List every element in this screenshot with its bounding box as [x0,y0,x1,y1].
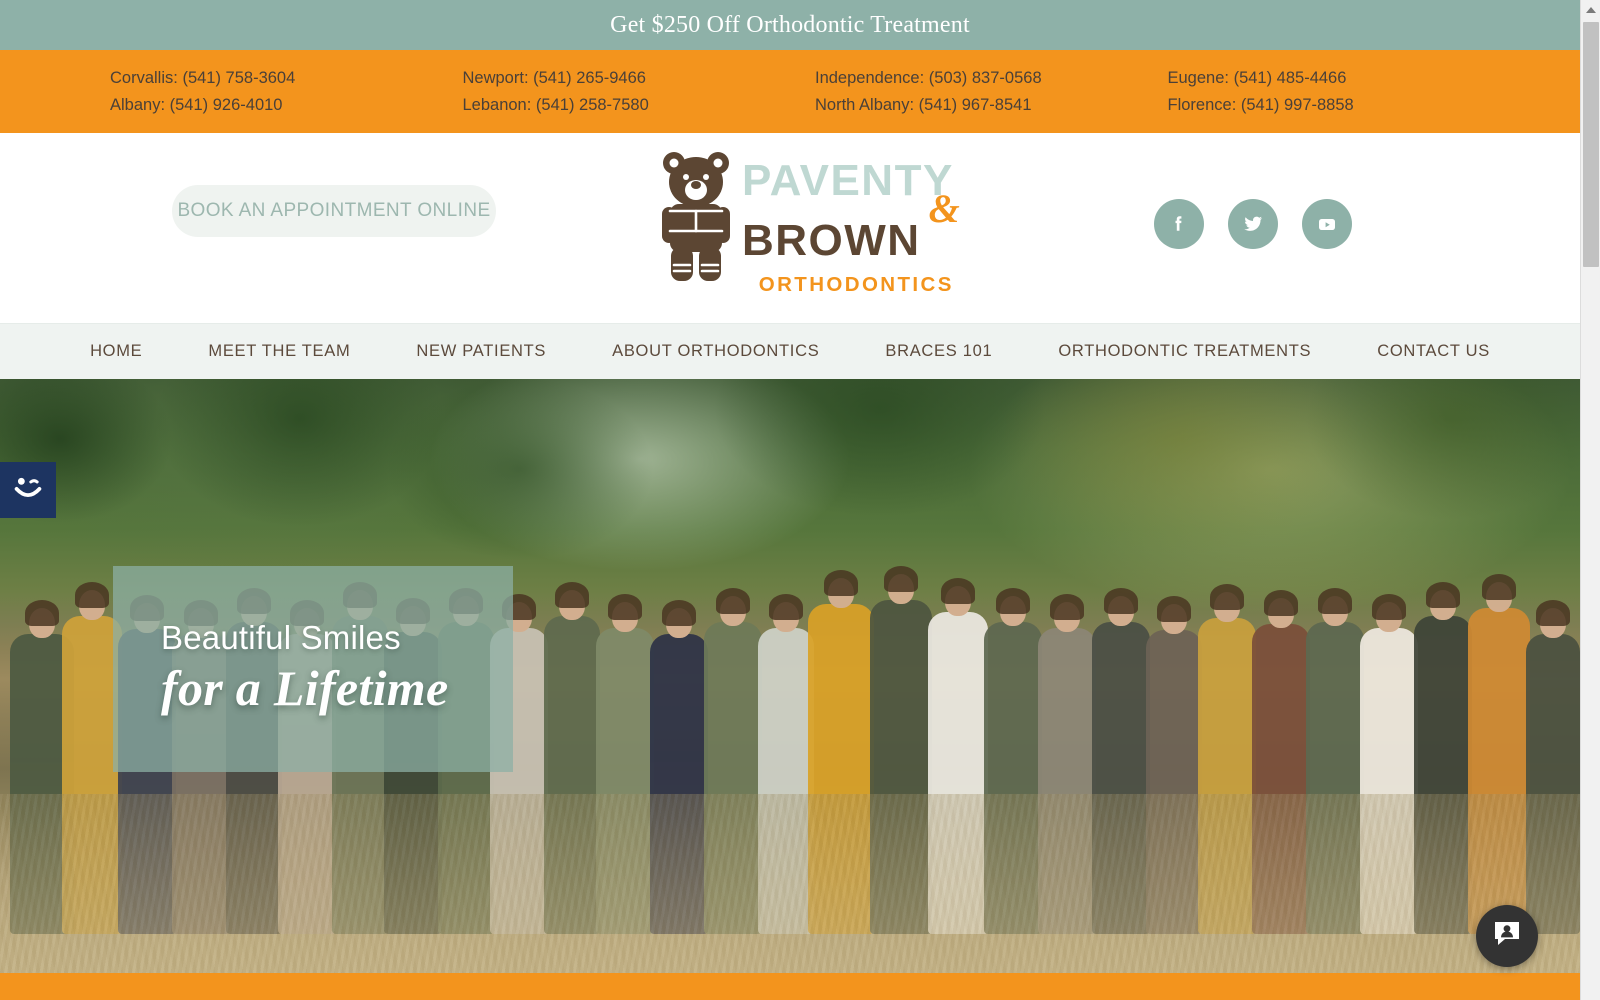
phone-entry[interactable]: Lebanon: (541) 258-7580 [463,94,816,116]
logo-text-paventy: PAVENTY [742,156,954,205]
phone-number[interactable]: (541) 967-8541 [919,96,1032,114]
nav-item-new-patients[interactable]: NEW PATIENTS [383,342,579,361]
youtube-icon [1315,212,1339,236]
phone-columns: Corvallis: (541) 758-3604 Albany: (541) … [0,67,1580,117]
phone-column: Independence: (503) 837-0568 North Alban… [815,67,1168,117]
site-logo[interactable]: PAVENTY BROWN & ORTHODONTICS [660,149,960,296]
phone-city: Albany: [110,96,166,114]
phone-city: Eugene: [1167,68,1229,87]
social-link-twitter[interactable] [1228,199,1278,249]
phone-column: Corvallis: (541) 758-3604 Albany: (541) … [110,67,463,117]
phone-strip: Corvallis: (541) 758-3604 Albany: (541) … [0,50,1580,133]
facebook-icon [1168,213,1190,235]
accessibility-widget-button[interactable] [0,462,56,518]
nav-item-braces-101[interactable]: BRACES 101 [852,342,1025,361]
scroll-up-arrow[interactable] [1581,0,1600,20]
phone-city: Lebanon: [462,96,532,114]
page-root: Get $250 Off Orthodontic Treatment Corva… [0,0,1580,1000]
main-navigation: HOME MEET THE TEAM NEW PATIENTS ABOUT OR… [0,323,1580,379]
phone-city: Independence: [815,68,925,87]
phone-entry[interactable]: Newport: (541) 265-9466 [463,67,816,89]
page-scrollbar[interactable] [1580,0,1600,1000]
phone-entry[interactable]: Albany: (541) 926-4010 [110,94,463,116]
bottom-accent-strip [0,973,1580,1000]
phone-entry[interactable]: Florence: (541) 997-8858 [1168,94,1521,116]
phone-city: Corvallis: [110,68,178,87]
nav-item-about-orthodontics[interactable]: ABOUT ORTHODONTICS [579,342,852,361]
logo-ampersand: & [928,186,960,231]
phone-number[interactable]: (503) 837-0568 [929,69,1042,87]
hero-section: Beautiful Smiles for a Lifetime [0,379,1580,974]
nav-item-contact-us[interactable]: CONTACT US [1344,342,1523,361]
phone-column: Eugene: (541) 485-4466 Florence: (541) 9… [1168,67,1521,117]
social-links [1154,199,1352,249]
phone-number[interactable]: (541) 997-8858 [1241,96,1354,114]
phone-number[interactable]: (541) 258-7580 [536,96,649,114]
phone-entry[interactable]: Corvallis: (541) 758-3604 [110,67,463,89]
hero-text-overlay: Beautiful Smiles for a Lifetime [113,566,513,772]
phone-city: Newport: [462,68,529,87]
logo-text-brown: BROWN & [742,189,960,265]
nav-item-orthodontic-treatments[interactable]: ORTHODONTIC TREATMENTS [1025,342,1344,361]
nav-item-home[interactable]: HOME [57,342,175,361]
book-appointment-button[interactable]: BOOK AN APPOINTMENT ONLINE [172,185,496,237]
phone-column: Newport: (541) 265-9466 Lebanon: (541) 2… [463,67,816,117]
accessibility-smiley-icon [9,469,47,512]
twitter-icon [1241,212,1265,236]
hero-headline-top: Beautiful Smiles [161,619,401,657]
promo-banner[interactable]: Get $250 Off Orthodontic Treatment [0,0,1580,50]
logo-brown-word: BROWN [742,216,921,265]
hero-headline-bottom: for a Lifetime [161,660,449,717]
bear-icon [660,149,732,294]
chat-person-icon [1490,917,1524,956]
logo-text-orthodontics: ORTHODONTICS [758,273,954,296]
social-link-facebook[interactable] [1154,199,1204,249]
hero-grass-decor [0,794,1580,974]
phone-number[interactable]: (541) 758-3604 [182,69,295,87]
phone-number[interactable]: (541) 265-9466 [533,69,646,87]
chat-widget-button[interactable] [1476,905,1538,967]
phone-entry[interactable]: Independence: (503) 837-0568 [815,67,1168,89]
site-header: BOOK AN APPOINTMENT ONLINE PAVENTY BROWN… [0,133,1580,323]
phone-number[interactable]: (541) 926-4010 [170,96,283,114]
phone-entry[interactable]: Eugene: (541) 485-4466 [1168,67,1521,89]
phone-city: Florence: [1167,96,1237,114]
phone-entry[interactable]: North Albany: (541) 967-8541 [815,94,1168,116]
phone-number[interactable]: (541) 485-4466 [1234,69,1347,87]
social-link-youtube[interactable] [1302,199,1352,249]
promo-banner-text: Get $250 Off Orthodontic Treatment [610,11,970,38]
nav-item-meet-the-team[interactable]: MEET THE TEAM [175,342,383,361]
phone-city: North Albany: [815,96,915,114]
scrollbar-thumb[interactable] [1583,22,1599,267]
logo-wordmark: PAVENTY BROWN & ORTHODONTICS [742,149,960,296]
